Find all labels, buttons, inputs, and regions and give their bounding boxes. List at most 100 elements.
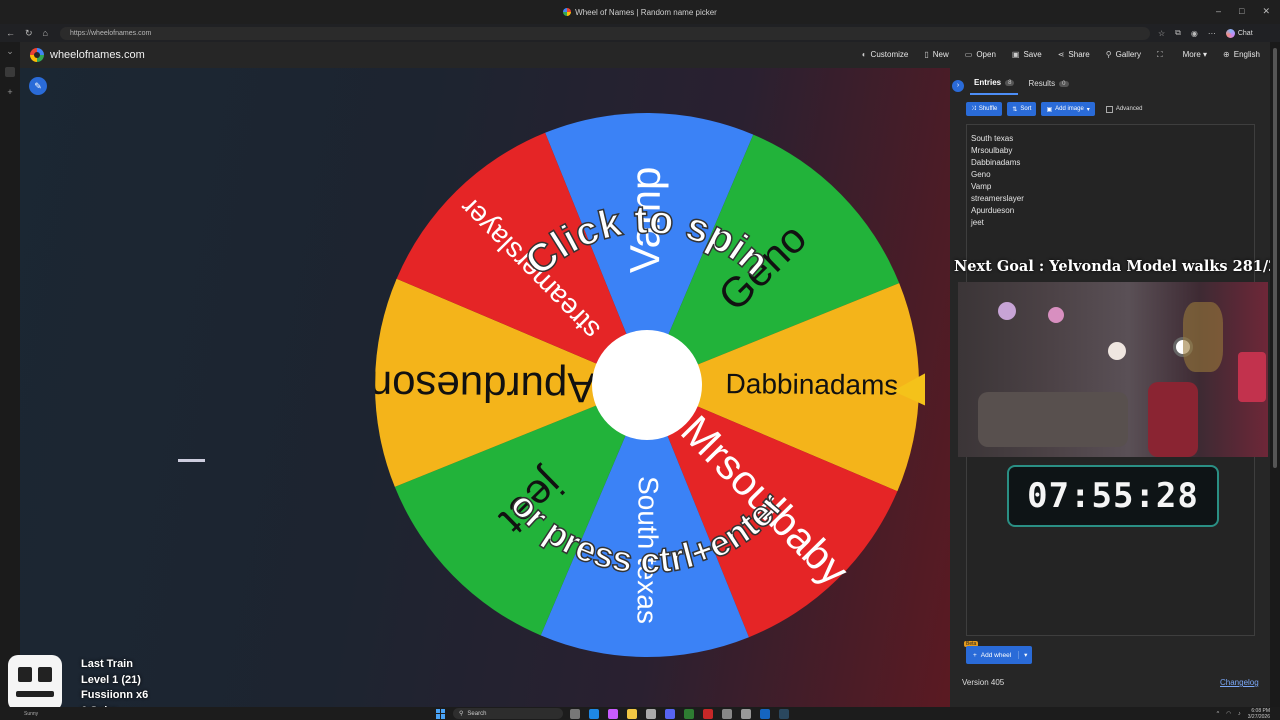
app-icon[interactable]: [608, 708, 618, 719]
menu-item-label: English: [1233, 50, 1260, 59]
menu-item-customize[interactable]: ◐ Customize: [862, 50, 909, 60]
shuffle-button[interactable]: ⤨ Shuffle: [966, 102, 1003, 116]
search-icon: ⚲: [459, 711, 464, 717]
new-tab-icon[interactable]: +: [7, 87, 12, 97]
logo-icon: [30, 48, 44, 62]
entries-toolbar: ⤨ Shuffle ⇅ Sort ▣ Add image ▾ Advanced: [966, 102, 1143, 116]
collapse-panel-button[interactable]: ›: [952, 79, 964, 92]
menu-item-more[interactable]: More ▾: [1183, 50, 1207, 60]
sort-button[interactable]: ⇅ Sort: [1007, 102, 1037, 116]
add-wheel-button[interactable]: + Add wheel ▾: [966, 646, 1033, 664]
page-scrollbar[interactable]: [1270, 42, 1280, 707]
logo[interactable]: wheelofnames.com: [30, 48, 145, 62]
discord-icon[interactable]: [665, 708, 675, 719]
caret-down-icon: ▾: [1086, 106, 1090, 113]
tray-chevron-icon[interactable]: ^: [1217, 711, 1220, 717]
scrollbar-thumb[interactable]: [1273, 48, 1277, 468]
menu-item-open[interactable]: ▭ Open: [965, 50, 996, 60]
steam-icon[interactable]: [779, 708, 789, 719]
advanced-checkbox[interactable]: Advanced: [1105, 105, 1143, 113]
entry-line: Apurdueson: [971, 206, 1015, 215]
shuffle-label: Shuffle: [978, 106, 998, 112]
window-controls: – □ ✕: [1216, 6, 1270, 17]
changelog-link[interactable]: Changelog: [1220, 678, 1259, 687]
tab-results[interactable]: Results 0: [1024, 77, 1072, 94]
menu-dots-icon[interactable]: ⋯: [1208, 29, 1216, 38]
task-view-icon[interactable]: [570, 708, 580, 719]
tab-entries[interactable]: Entries 8: [970, 76, 1019, 95]
add-wheel-dropdown[interactable]: ▾: [1018, 651, 1032, 659]
wheel-center[interactable]: [592, 330, 702, 440]
tab-results-label: Results: [1028, 79, 1056, 88]
edit-wheel-button[interactable]: ✎: [29, 77, 47, 95]
add-image-button[interactable]: ▣ Add image ▾: [1041, 102, 1095, 116]
profile-icon[interactable]: ◉: [1191, 29, 1198, 38]
extensions-icon[interactable]: ⧉: [1175, 28, 1181, 38]
app-icon[interactable]: [760, 708, 770, 719]
add-wheel-main[interactable]: + Add wheel: [966, 652, 1018, 659]
clock[interactable]: 6:08 PM 3/27/2026: [1248, 708, 1270, 720]
caret-down-icon: ▾: [1024, 652, 1028, 659]
taskbar-search[interactable]: ⚲ Search: [453, 708, 563, 719]
menu-item-label: New: [932, 50, 949, 59]
tab-entries-label: Entries: [974, 78, 1002, 87]
chat-button[interactable]: Chat: [1225, 28, 1253, 38]
menu-item-gallery[interactable]: ⚲ Gallery: [1106, 50, 1141, 60]
fullscreen-icon: ⛶: [1156, 50, 1163, 59]
site-name: wheelofnames.com: [50, 49, 145, 61]
menu-item-english[interactable]: ⊕ English: [1223, 50, 1260, 60]
app-icon[interactable]: [741, 708, 751, 719]
tab-favicon-icon[interactable]: [5, 67, 15, 77]
globe-icon: ⊕: [1223, 50, 1230, 59]
entry-line: jeet: [971, 218, 984, 227]
system-tray: ^ ◠ ♪ 6:08 PM 3/27/2026: [1217, 708, 1270, 720]
app-icon[interactable]: [684, 708, 694, 719]
wheel-stage: ✎ Vamp Geno Dabbinadams Mrsoulbaby South tex…: [20, 68, 950, 707]
address-bar[interactable]: https://wheelofnames.com: [59, 26, 1150, 40]
side-collapse-icon[interactable]: ⌄: [6, 46, 14, 57]
add-wheel-label: Add wheel: [980, 651, 1012, 659]
wheel[interactable]: Vamp GenoDabbinadamsMrsoulbabySouth texas…: [375, 108, 925, 668]
file-explorer-icon[interactable]: [627, 708, 637, 719]
entry-line: Vamp: [971, 182, 992, 191]
assistant-icon: [1225, 28, 1235, 38]
timer-value: 07:55:28: [1027, 476, 1199, 516]
wifi-icon[interactable]: ◠: [1226, 711, 1231, 717]
add-image-label: Add image: [1055, 106, 1084, 112]
entry-line: Geno: [971, 170, 991, 179]
menu-item-label: Save: [1023, 50, 1042, 59]
app-icon[interactable]: [703, 708, 713, 719]
reload-icon[interactable]: ↻: [25, 28, 33, 39]
share-icon: ⋖: [1057, 50, 1065, 59]
site-favicon-icon: [563, 8, 572, 16]
windows-start-icon[interactable]: [436, 708, 446, 719]
menu-item-fullscreen[interactable]: ⛶: [1157, 50, 1167, 60]
menu-item-save[interactable]: ▣ Save: [1012, 50, 1042, 60]
pencil-icon: ✎: [34, 80, 42, 91]
menu-item-share[interactable]: ⋖ Share: [1058, 50, 1090, 60]
app-icon[interactable]: [646, 708, 656, 719]
back-icon[interactable]: ←: [6, 28, 15, 39]
weather-widget[interactable]: Sunny: [24, 711, 38, 717]
home-icon[interactable]: ⌂: [43, 28, 48, 39]
edge-icon[interactable]: [589, 708, 599, 719]
folder-icon: ▭: [964, 50, 973, 59]
countdown-timer: 07:55:28: [1007, 465, 1219, 527]
maximize-button[interactable]: □: [1239, 6, 1244, 17]
plus-icon: +: [973, 651, 977, 659]
volume-icon[interactable]: ♪: [1238, 711, 1241, 717]
wheel-segment-label: Apurdueson: [375, 362, 595, 411]
entry-line: Dabbinadams: [971, 158, 1021, 167]
menu-item-label: Open: [976, 50, 996, 59]
app-header: wheelofnames.com ◐ Customize ▯ New ▭ Open ▣ Sav…: [20, 42, 1270, 68]
app-icon[interactable]: [722, 708, 732, 719]
menu-item-new[interactable]: ▯ New: [924, 50, 948, 60]
entry-line: Mrsoulbaby: [971, 146, 1013, 155]
minimize-button[interactable]: –: [1216, 6, 1221, 17]
clock-date: 3/27/2026: [1247, 713, 1270, 720]
close-button[interactable]: ✕: [1262, 6, 1270, 17]
star-icon[interactable]: ☆: [1158, 29, 1165, 38]
menu-item-label: Share: [1068, 50, 1090, 59]
url-text: https://wheelofnames.com: [69, 29, 152, 37]
image-icon: ▣: [1046, 106, 1053, 113]
